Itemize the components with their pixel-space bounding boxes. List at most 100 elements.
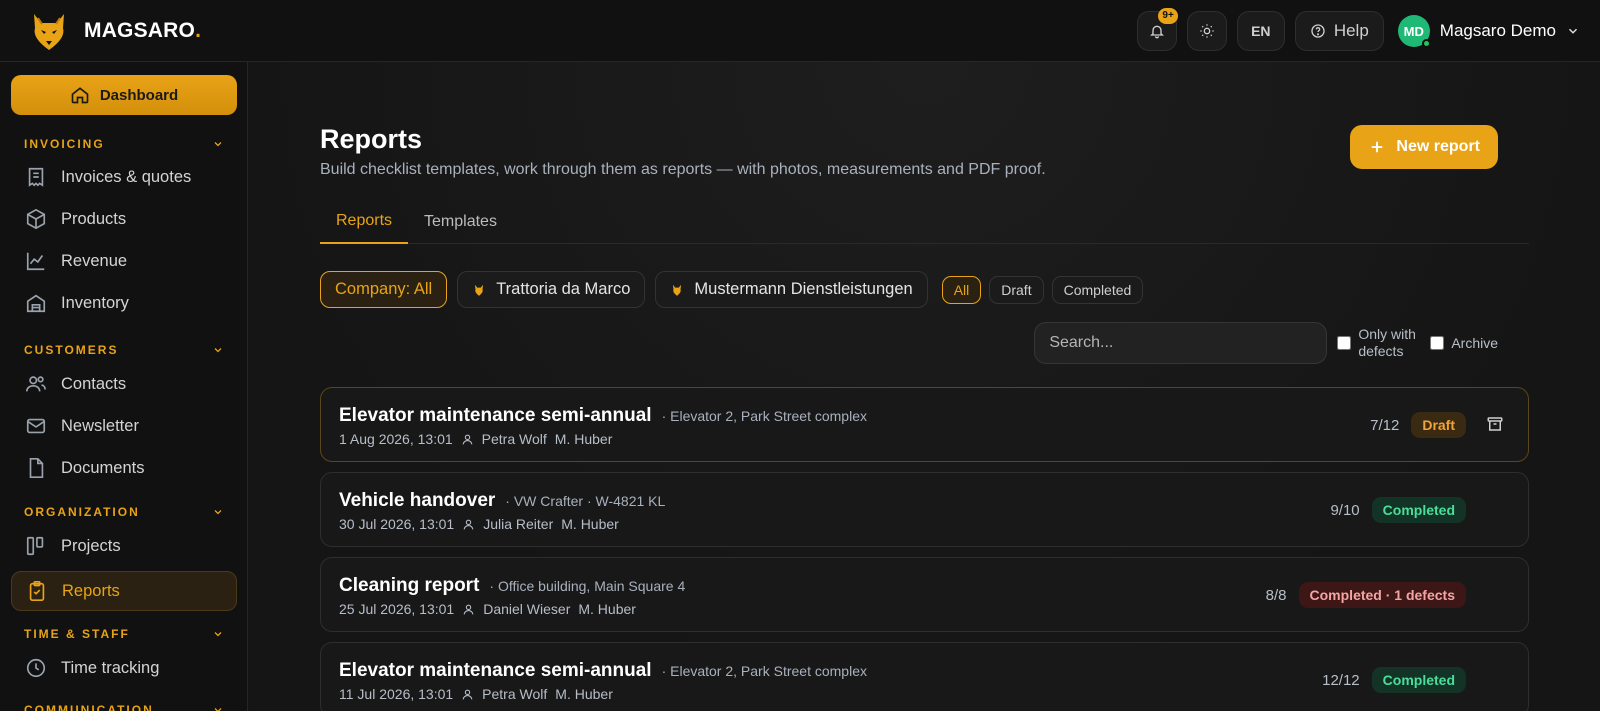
- notifications-button[interactable]: 9+: [1136, 8, 1178, 51]
- section-invoicing[interactable]: INVOICING: [24, 137, 224, 151]
- report-date: 11 Jul 2026, 13:01: [339, 686, 454, 702]
- sidebar-item-invoices[interactable]: Invoices & quotes: [11, 157, 237, 197]
- sidebar-item-time-tracking[interactable]: Time tracking: [11, 648, 237, 688]
- search-input[interactable]: [1034, 322, 1328, 364]
- only-defects-label: Only with defects: [1358, 326, 1416, 359]
- sidebar-item-label: Inventory: [61, 293, 129, 312]
- sidebar-item-label: Projects: [61, 536, 121, 555]
- status-badge: Completed: [1371, 497, 1466, 523]
- status-filter-completed[interactable]: Completed: [1051, 275, 1144, 304]
- section-organization[interactable]: ORGANIZATION: [24, 505, 224, 519]
- sidebar-item-label: Newsletter: [61, 416, 139, 435]
- filter-bar: Company: All Trattoria da Marco Musterma…: [320, 271, 1144, 308]
- only-defects-filter[interactable]: Only with defects: [1337, 326, 1420, 360]
- clipboard-check-icon: [29, 581, 45, 601]
- section-time-staff[interactable]: TIME & STAFF: [24, 627, 224, 641]
- sidebar-item-label: Revenue: [61, 251, 128, 270]
- plus-icon: [1372, 141, 1383, 153]
- avatar: MD: [1397, 15, 1431, 48]
- tab-templates[interactable]: Templates: [408, 200, 513, 244]
- notification-badge: 9+: [1158, 8, 1178, 24]
- document-icon: [29, 458, 44, 478]
- report-date: 1 Aug 2026, 13:01: [339, 431, 453, 447]
- sidebar-item-reports[interactable]: Reports: [11, 571, 237, 611]
- language-button[interactable]: EN: [1236, 11, 1285, 51]
- new-report-button[interactable]: New report: [1350, 125, 1498, 169]
- chevron-down-icon: [214, 708, 222, 711]
- sidebar-item-revenue[interactable]: Revenue: [11, 241, 237, 281]
- help-label: Help: [1333, 21, 1369, 40]
- search-row: Only with defects Archive: [1034, 322, 1498, 364]
- company-filter-mustermann[interactable]: Mustermann Dienstleistungen: [655, 271, 928, 308]
- sidebar-item-inventory[interactable]: Inventory: [11, 283, 237, 323]
- status-badge: Draft: [1411, 412, 1466, 438]
- chip-label: Trattoria da Marco: [496, 280, 631, 298]
- section-customers[interactable]: CUSTOMERS: [24, 343, 224, 357]
- archive-icon[interactable]: [1486, 415, 1504, 433]
- sidebar-item-label: Invoices & quotes: [61, 167, 192, 186]
- sidebar-item-label: Products: [61, 209, 127, 228]
- sidebar-item-products[interactable]: Products: [11, 199, 237, 239]
- sidebar-item-label: Time tracking: [61, 658, 160, 677]
- report-title-line: Elevator maintenance semi-annual · Eleva…: [339, 405, 867, 427]
- sidebar-item-label: Reports: [62, 581, 120, 600]
- report-person: Petra Wolf: [482, 686, 548, 702]
- report-title-line: Vehicle handover · VW Crafter · W-4821 K…: [339, 490, 665, 512]
- help-button[interactable]: Help: [1294, 11, 1384, 51]
- report-title: Elevator maintenance semi-annual: [339, 660, 652, 681]
- sidebar-item-contacts[interactable]: Contacts: [11, 364, 237, 404]
- status-badge: Completed: [1371, 667, 1466, 693]
- section-communication[interactable]: COMMUNICATION: [24, 703, 224, 711]
- list-item[interactable]: Elevator maintenance semi-annual · Eleva…: [320, 387, 1529, 462]
- bell-icon: [1149, 25, 1164, 39]
- kanban-icon: [26, 536, 44, 556]
- archive-filter[interactable]: Archive: [1430, 335, 1498, 352]
- sidebar-item-documents[interactable]: Documents: [11, 448, 237, 488]
- only-defects-checkbox[interactable]: [1337, 336, 1352, 350]
- user-icon: [462, 689, 473, 699]
- sidebar-item-newsletter[interactable]: Newsletter: [11, 406, 237, 446]
- archive-checkbox[interactable]: [1430, 336, 1445, 350]
- user-icon: [463, 604, 474, 614]
- user-menu[interactable]: MD Magsaro Demo: [1397, 15, 1580, 48]
- status-badge: Completed · 1 defects: [1298, 582, 1466, 608]
- chip-label: Mustermann Dienstleistungen: [694, 280, 913, 298]
- report-title: Cleaning report: [339, 575, 480, 596]
- tab-reports[interactable]: Reports: [320, 200, 409, 244]
- mail-icon: [26, 418, 46, 434]
- archive-label: Archive: [1451, 334, 1498, 351]
- list-item[interactable]: Cleaning report · Office building, Main …: [320, 557, 1529, 632]
- theme-toggle-button[interactable]: [1186, 11, 1227, 51]
- sidebar: Dashboard INVOICING Invoices & quotes Pr…: [0, 62, 248, 711]
- report-meta: 30 Jul 2026, 13:01 Julia Reiter M. Huber: [339, 516, 619, 532]
- status-filter-draft[interactable]: Draft: [989, 275, 1044, 304]
- sidebar-item-projects[interactable]: Projects: [11, 526, 237, 566]
- top-bar: MAGSARO. 9+ EN Help MD Magsaro Demo: [0, 0, 1600, 62]
- report-date: 25 Jul 2026, 13:01: [339, 601, 455, 617]
- list-item[interactable]: Elevator maintenance semi-annual · Eleva…: [320, 642, 1529, 711]
- page-subtitle: Build checklist templates, work through …: [320, 161, 1046, 178]
- company-filter-all[interactable]: Company: All: [320, 271, 448, 308]
- tabs: Reports Templates: [320, 200, 1529, 244]
- report-progress: 12/12: [1322, 671, 1360, 689]
- report-assignee: M. Huber: [554, 431, 613, 447]
- company-filter-trattoria[interactable]: Trattoria da Marco: [457, 271, 646, 308]
- help-icon: [1311, 24, 1325, 38]
- brand-name: MAGSARO.: [84, 19, 202, 42]
- status-filter-all[interactable]: All: [941, 275, 982, 304]
- main-content: Reports Build checklist templates, work …: [249, 62, 1600, 711]
- report-title: Vehicle handover: [339, 490, 496, 511]
- sidebar-item-label: Documents: [61, 458, 145, 477]
- report-person: Julia Reiter: [483, 516, 554, 532]
- dashboard-button[interactable]: Dashboard: [11, 75, 237, 115]
- chevron-down-icon: [214, 348, 222, 353]
- brand[interactable]: MAGSARO.: [26, 8, 201, 54]
- online-indicator: [1421, 39, 1431, 48]
- user-name: Magsaro Demo: [1439, 21, 1556, 40]
- report-date: 30 Jul 2026, 13:01: [339, 516, 455, 532]
- top-actions: 9+ EN Help MD Magsaro Demo: [1136, 8, 1580, 51]
- invoice-icon: [28, 167, 44, 187]
- list-item[interactable]: Vehicle handover · VW Crafter · W-4821 K…: [320, 472, 1529, 547]
- new-report-label: New report: [1396, 138, 1480, 155]
- report-progress: 9/10: [1330, 501, 1360, 519]
